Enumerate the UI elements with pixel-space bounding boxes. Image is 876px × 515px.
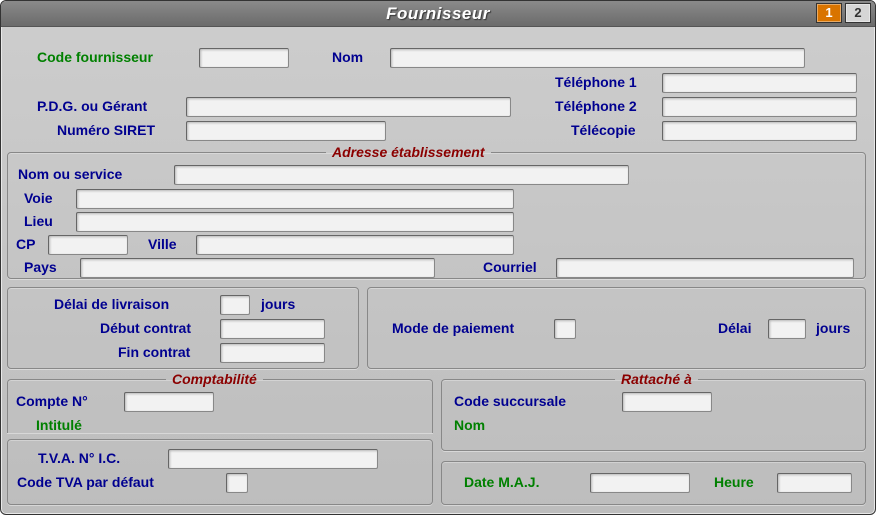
tel1-label: Téléphone 1: [555, 74, 637, 90]
lieu-input[interactable]: [76, 212, 514, 232]
compte-label: Compte N°: [16, 393, 88, 409]
ville-input[interactable]: [196, 235, 514, 255]
compta-legend: Comptabilité: [166, 371, 263, 387]
pdg-input[interactable]: [186, 97, 511, 117]
cp-label: CP: [16, 236, 35, 252]
compta-group: Comptabilité Compte N° Intitulé: [7, 371, 433, 433]
titlebar: Fournisseur 1 2: [1, 1, 875, 27]
tel2-label: Téléphone 2: [555, 98, 637, 114]
supplier-window: Fournisseur 1 2 Code fournisseur Nom P.D…: [0, 0, 876, 515]
tel1-input[interactable]: [662, 73, 857, 93]
compte-input[interactable]: [124, 392, 214, 412]
fin-contrat-input[interactable]: [220, 343, 325, 363]
debut-contrat-label: Début contrat: [100, 320, 191, 336]
heure-input[interactable]: [777, 473, 852, 493]
lieu-label: Lieu: [24, 213, 53, 229]
delai-livraison-label: Délai de livraison: [54, 296, 169, 312]
rattache-group: Rattaché à Code succursale Nom: [441, 371, 866, 451]
delai-paiement-label: Délai: [718, 320, 751, 336]
page-tab-2[interactable]: 2: [845, 3, 871, 23]
code-succursale-label: Code succursale: [454, 393, 566, 409]
courriel-input[interactable]: [556, 258, 854, 278]
tva-group: T.V.A. N° I.C. Code TVA par défaut: [7, 439, 433, 505]
tva-ic-input[interactable]: [168, 449, 378, 469]
tel2-input[interactable]: [662, 97, 857, 117]
voie-label: Voie: [24, 190, 53, 206]
code-succursale-input[interactable]: [622, 392, 712, 412]
adresse-group: Adresse établissement Nom ou service Voi…: [7, 144, 866, 279]
cp-input[interactable]: [48, 235, 128, 255]
jours-label-2: jours: [816, 320, 850, 336]
fin-contrat-label: Fin contrat: [118, 344, 190, 360]
delai-livraison-input[interactable]: [220, 295, 250, 315]
rattache-legend: Rattaché à: [615, 371, 698, 387]
maj-group: Date M.A.J. Heure: [441, 461, 866, 505]
fax-label: Télécopie: [571, 122, 636, 138]
heure-label: Heure: [714, 474, 754, 490]
siret-label: Numéro SIRET: [57, 122, 155, 138]
date-maj-input[interactable]: [590, 473, 690, 493]
page-tabs: 1 2: [816, 3, 871, 23]
mode-paiement-input[interactable]: [554, 319, 576, 339]
pays-label: Pays: [24, 259, 57, 275]
pays-input[interactable]: [80, 258, 435, 278]
fax-input[interactable]: [662, 121, 857, 141]
ville-label: Ville: [148, 236, 177, 252]
mode-paiement-label: Mode de paiement: [392, 320, 514, 336]
nom-label: Nom: [332, 49, 363, 65]
pdg-label: P.D.G. ou Gérant: [37, 98, 147, 114]
paiement-group: Mode de paiement Délai jours: [367, 287, 866, 369]
voie-input[interactable]: [76, 189, 514, 209]
page-tab-1[interactable]: 1: [816, 3, 842, 23]
debut-contrat-input[interactable]: [220, 319, 325, 339]
jours-label-1: jours: [261, 296, 295, 312]
rattache-nom-label: Nom: [454, 417, 485, 433]
intitule-label: Intitulé: [36, 417, 82, 433]
tva-ic-label: T.V.A. N° I.C.: [38, 450, 120, 466]
date-maj-label: Date M.A.J.: [464, 474, 539, 490]
nom-service-input[interactable]: [174, 165, 629, 185]
content-area: Code fournisseur Nom P.D.G. ou Gérant Nu…: [7, 31, 869, 508]
courriel-label: Courriel: [483, 259, 537, 275]
siret-input[interactable]: [186, 121, 386, 141]
livraison-group: Délai de livraison jours Début contrat F…: [7, 287, 359, 369]
adresse-legend: Adresse établissement: [326, 144, 491, 160]
nom-input[interactable]: [390, 48, 805, 68]
window-title: Fournisseur: [1, 4, 875, 24]
code-fournisseur-label: Code fournisseur: [37, 49, 153, 65]
code-fournisseur-input[interactable]: [199, 48, 289, 68]
delai-paiement-input[interactable]: [768, 319, 806, 339]
nom-service-label: Nom ou service: [18, 166, 122, 182]
code-tva-input[interactable]: [226, 473, 248, 493]
code-tva-label: Code TVA par défaut: [17, 474, 154, 490]
